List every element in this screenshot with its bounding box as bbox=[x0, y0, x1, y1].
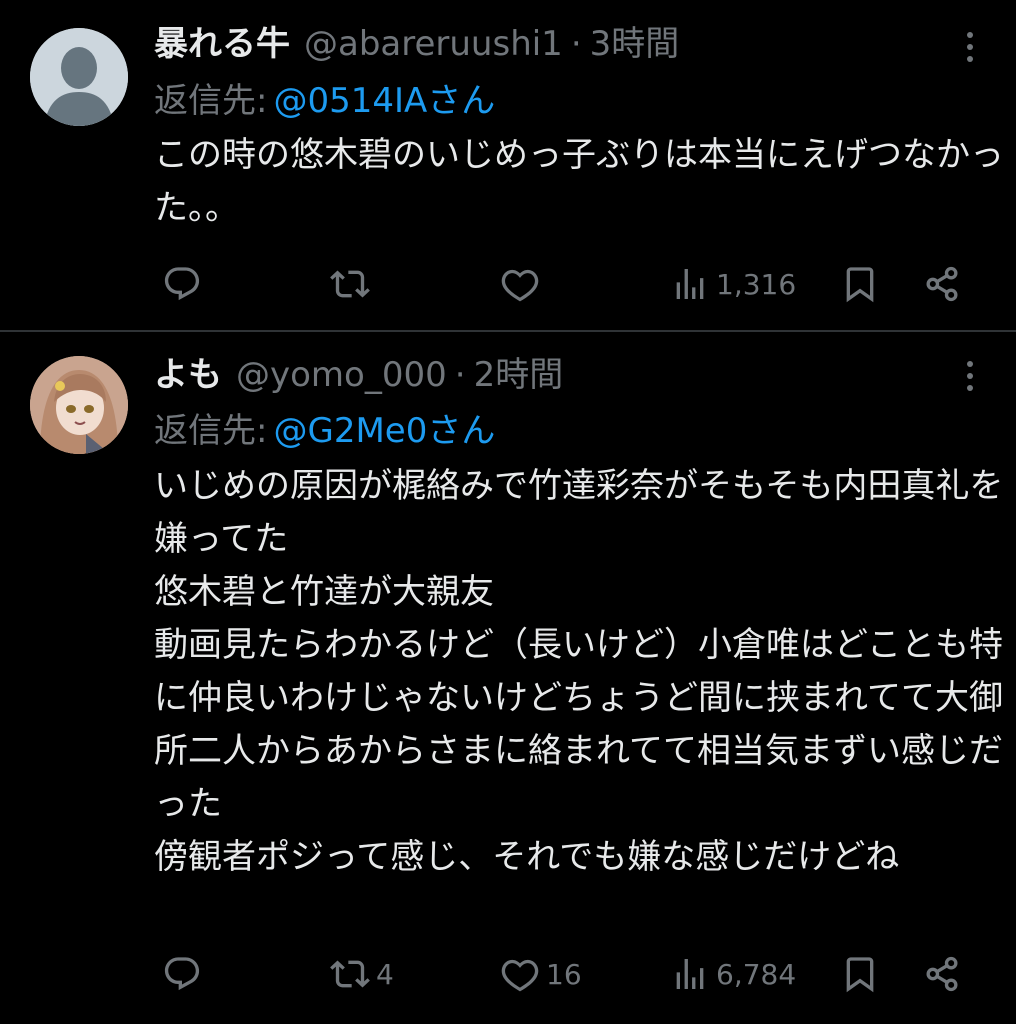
reply-context: 返信先: @0514IAさん bbox=[154, 76, 495, 126]
default-avatar-icon bbox=[30, 28, 128, 126]
views-count: 1,316 bbox=[716, 267, 797, 301]
share-icon bbox=[926, 956, 958, 992]
reply-mention-link[interactable]: @0514IAさん bbox=[273, 81, 495, 121]
reply-mention-link[interactable]: @G2Me0さん bbox=[273, 411, 495, 451]
timestamp[interactable]: 2時間 bbox=[474, 351, 564, 399]
bookmark-button[interactable] bbox=[840, 256, 880, 312]
tweet[interactable]: 返信先: @G2Me0さん いじめの原因が梶絡みで竹達彩奈がそもそも内田真礼を嫌っ… bbox=[0, 333, 1016, 1024]
views-icon bbox=[676, 959, 704, 989]
retweet-button[interactable] bbox=[330, 256, 376, 312]
bookmark-button[interactable] bbox=[840, 946, 880, 1002]
reply-button[interactable] bbox=[162, 946, 208, 1002]
like-count: 16 bbox=[546, 957, 582, 991]
views-icon bbox=[676, 269, 704, 299]
display-name[interactable]: よも bbox=[154, 351, 222, 399]
separator: · bbox=[454, 355, 466, 395]
avatar[interactable] bbox=[30, 28, 128, 126]
more-vertical-icon[interactable] bbox=[960, 27, 980, 67]
share-button[interactable] bbox=[922, 946, 962, 1002]
tweet-header: よも @yomo_000 · 2時間 bbox=[154, 351, 563, 399]
reply-icon bbox=[164, 957, 200, 991]
retweet-button[interactable]: 4 bbox=[330, 946, 394, 1002]
timestamp[interactable]: 3時間 bbox=[590, 20, 680, 68]
bookmark-icon bbox=[846, 267, 874, 303]
anime-girl-avatar-icon bbox=[30, 356, 128, 454]
reply-context: 返信先: @G2Me0さん bbox=[154, 406, 495, 456]
bookmark-icon bbox=[846, 957, 874, 993]
action-bar: 1,316 bbox=[0, 256, 1016, 312]
like-button[interactable]: 16 bbox=[500, 946, 582, 1002]
like-button[interactable] bbox=[500, 256, 546, 312]
more-vertical-icon[interactable] bbox=[960, 356, 980, 396]
retweet-icon bbox=[330, 270, 370, 298]
heart-icon bbox=[501, 269, 539, 302]
views-button[interactable]: 6,784 bbox=[670, 946, 796, 1002]
reply-prefix: 返信先: bbox=[154, 81, 268, 121]
handle[interactable]: @abareruushi1 bbox=[304, 20, 563, 68]
reply-button[interactable] bbox=[162, 256, 208, 312]
heart-icon bbox=[501, 959, 539, 992]
reply-icon bbox=[164, 267, 200, 301]
separator: · bbox=[570, 24, 582, 64]
retweet-count: 4 bbox=[376, 957, 394, 991]
divider bbox=[0, 330, 1016, 332]
display-name[interactable]: 暴れる牛 bbox=[154, 20, 290, 68]
handle[interactable]: @yomo_000 bbox=[236, 351, 447, 399]
reply-prefix: 返信先: bbox=[154, 411, 268, 451]
retweet-icon bbox=[330, 960, 370, 988]
views-count: 6,784 bbox=[716, 957, 797, 991]
share-button[interactable] bbox=[922, 256, 962, 312]
avatar[interactable] bbox=[30, 356, 128, 454]
tweet-text: この時の悠木碧のいじめっ子ぶりは本当にえげつなかった。。 bbox=[154, 135, 1004, 228]
tweet-header: 暴れる牛 @abareruushi1 · 3時間 bbox=[154, 20, 679, 68]
tweet-text: いじめの原因が梶絡みで竹達彩奈がそもそも内田真礼を嫌ってた 悠木碧と竹達が大親友… bbox=[154, 466, 1004, 877]
action-bar: 4 16 6,784 bbox=[0, 946, 1016, 1002]
share-icon bbox=[926, 266, 958, 302]
views-button[interactable]: 1,316 bbox=[670, 256, 796, 312]
